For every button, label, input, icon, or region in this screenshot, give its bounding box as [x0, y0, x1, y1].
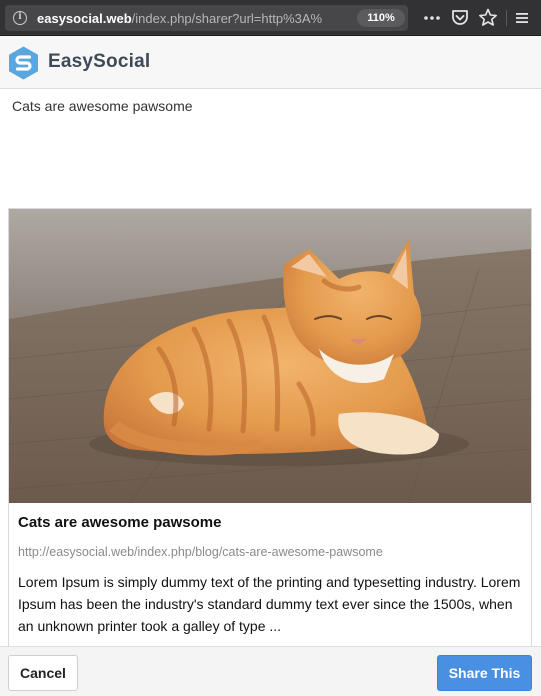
cancel-button[interactable]: Cancel	[8, 655, 78, 691]
action-footer: Cancel Share This	[0, 646, 541, 696]
app-header: EasySocial	[0, 36, 541, 89]
info-icon[interactable]: i	[13, 11, 27, 25]
pocket-icon[interactable]	[449, 7, 471, 29]
browser-toolbar: i easysocial.web/index.php/sharer?url=ht…	[0, 0, 541, 36]
url-text[interactable]: easysocial.web/index.php/sharer?url=http…	[37, 10, 345, 27]
brand-name: EasySocial	[48, 51, 151, 72]
url-domain: easysocial.web	[37, 11, 132, 26]
easysocial-logo-icon	[9, 46, 38, 80]
menu-icon[interactable]	[511, 7, 533, 29]
toolbar-divider	[506, 10, 507, 26]
zoom-level-badge[interactable]: 110%	[357, 9, 405, 27]
more-icon[interactable]	[421, 7, 443, 29]
star-icon[interactable]	[477, 7, 499, 29]
link-preview-card: Cats are awesome pawsome http://easysoci…	[8, 208, 532, 658]
url-path: /index.php/sharer?url=http%3A%	[131, 11, 323, 26]
share-button[interactable]: Share This	[437, 655, 532, 691]
preview-title[interactable]: Cats are awesome pawsome	[18, 514, 523, 532]
preview-url[interactable]: http://easysocial.web/index.php/blog/cat…	[18, 545, 523, 560]
address-bar[interactable]: i easysocial.web/index.php/sharer?url=ht…	[5, 5, 408, 31]
preview-image	[9, 209, 531, 503]
preview-description: Lorem Ipsum is simply dummy text of the …	[18, 574, 521, 634]
share-message[interactable]: Cats are awesome pawsome	[12, 98, 527, 115]
